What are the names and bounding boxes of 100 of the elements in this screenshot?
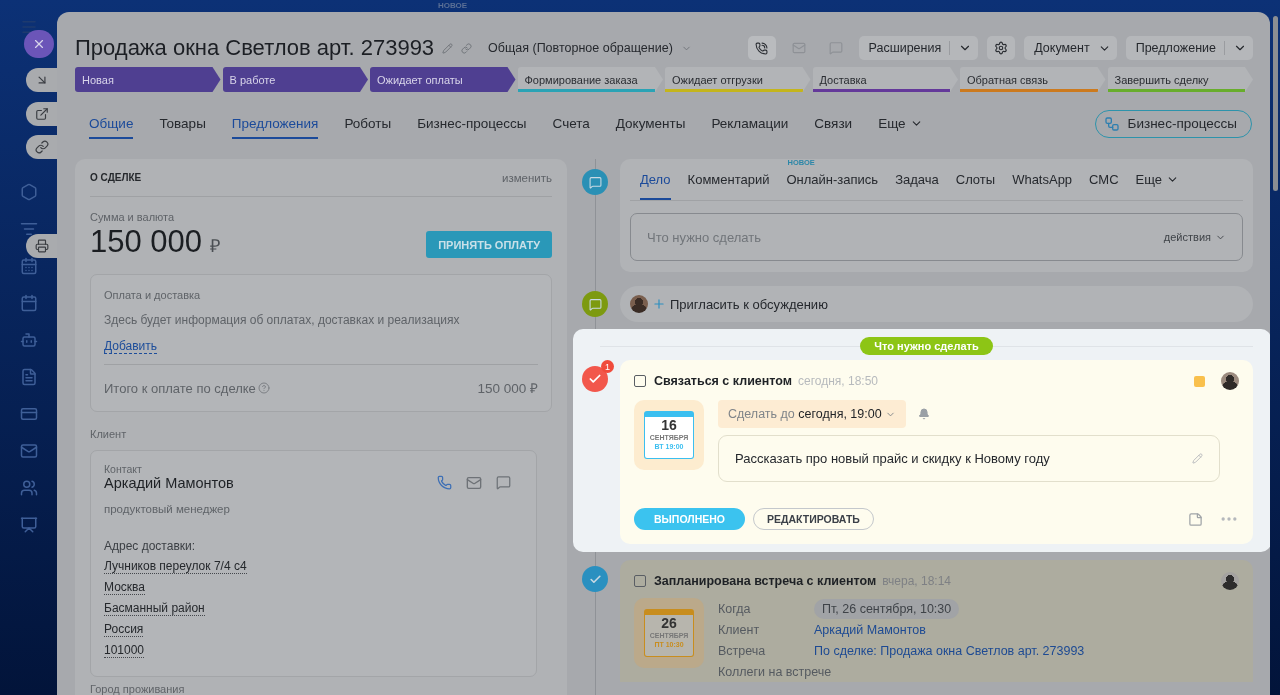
close-icon bbox=[32, 37, 46, 51]
link-icon[interactable] bbox=[461, 42, 473, 54]
calendar-icon[interactable] bbox=[20, 294, 38, 312]
phone-icon[interactable] bbox=[437, 475, 452, 490]
settings-icon bbox=[994, 41, 1009, 55]
mail-icon[interactable] bbox=[466, 475, 482, 491]
tab[interactable]: Еще bbox=[878, 108, 923, 139]
check-icon bbox=[588, 572, 602, 586]
tab[interactable]: Бизнес-процессы bbox=[417, 108, 527, 139]
deal-title: Продажа окна Светлов арт. 273993 bbox=[75, 35, 435, 61]
address-line[interactable]: Россия bbox=[104, 622, 144, 637]
tab[interactable]: Счета bbox=[552, 108, 590, 139]
address-line[interactable]: Лучников переулок 7/4 с4 bbox=[104, 559, 247, 574]
field-label: Сумма и валюта bbox=[90, 211, 176, 223]
stage-step[interactable]: В работе bbox=[222, 67, 368, 92]
deadline-dropdown[interactable]: Сделать до сегодня, 19:00 bbox=[718, 400, 906, 428]
tab[interactable]: Общие bbox=[89, 108, 134, 139]
chat-icon bbox=[588, 297, 602, 311]
address-line[interactable]: Москва bbox=[104, 580, 145, 595]
sidebar-tool-button[interactable] bbox=[26, 102, 57, 126]
counter-badge: 1 bbox=[601, 360, 614, 373]
total-label: Итого к оплате по сделке bbox=[104, 380, 256, 396]
contact-name[interactable]: Аркадий Мамонтов bbox=[104, 475, 234, 491]
description-box[interactable]: Рассказать про новый прайс и скидку к Новому году bbox=[718, 435, 1220, 482]
tab[interactable]: Роботы bbox=[344, 108, 392, 139]
checkbox[interactable] bbox=[634, 575, 646, 587]
sidebar-tool-button[interactable] bbox=[26, 68, 57, 92]
info-text: Здесь будет информация об оплатах, доставках и реализациях bbox=[104, 313, 461, 327]
amount: 150 000 bbox=[90, 224, 203, 259]
settings-button[interactable] bbox=[987, 36, 1016, 60]
flag-marker[interactable] bbox=[1194, 375, 1205, 387]
chat-icon[interactable] bbox=[496, 475, 511, 490]
invite-text: Пригласить к обсуждению bbox=[670, 296, 828, 312]
task-time: сегодня, 18:50 bbox=[798, 374, 879, 388]
pencil-icon[interactable] bbox=[1192, 453, 1203, 464]
stage-step[interactable]: Доставка bbox=[812, 67, 958, 92]
chat-icon[interactable] bbox=[828, 41, 843, 55]
bell-icon[interactable] bbox=[917, 408, 930, 420]
split-button[interactable]: Расширения bbox=[858, 36, 979, 60]
stage-step[interactable]: Ожидает отгрузки bbox=[665, 67, 811, 92]
stage-step[interactable]: Новая bbox=[75, 67, 221, 92]
close-button[interactable] bbox=[24, 30, 54, 58]
field-label: Клиент bbox=[718, 622, 761, 637]
activity-tab[interactable]: WhatsApp bbox=[1012, 172, 1073, 200]
note-icon[interactable] bbox=[1188, 511, 1203, 527]
phone-icon bbox=[755, 41, 769, 55]
task-input[interactable]: Что нужно сделать действия bbox=[630, 213, 1243, 261]
category-select[interactable]: Общая (Повторное обращение) bbox=[488, 41, 673, 55]
activity-tab[interactable]: Дело bbox=[640, 172, 671, 200]
tab[interactable]: Рекламации bbox=[711, 108, 789, 139]
pencil-icon[interactable] bbox=[442, 42, 454, 54]
sidebar-tool-button[interactable] bbox=[26, 234, 57, 258]
external-link-icon bbox=[34, 107, 49, 121]
activity-tab[interactable]: Задача bbox=[895, 172, 939, 200]
task-description: Рассказать про новый прайс и скидку к Новому году bbox=[735, 451, 1050, 466]
tab[interactable]: Документы bbox=[615, 108, 686, 139]
card-icon[interactable] bbox=[20, 405, 38, 423]
address-line[interactable]: Басманный район bbox=[104, 601, 205, 616]
menu-icon[interactable] bbox=[20, 18, 38, 36]
mail-icon[interactable] bbox=[791, 41, 806, 55]
activity-tab[interactable]: Еще bbox=[1135, 172, 1180, 200]
stage-step[interactable]: Ожидает оплаты bbox=[370, 67, 516, 92]
help-icon[interactable] bbox=[257, 382, 270, 394]
section-badge: Что нужно сделать bbox=[860, 337, 993, 355]
mail-icon[interactable] bbox=[20, 442, 38, 460]
address-line[interactable]: 101000 bbox=[104, 643, 145, 658]
currency: ₽ bbox=[210, 236, 221, 256]
tab[interactable]: Связи bbox=[814, 108, 853, 139]
checkbox[interactable] bbox=[634, 375, 646, 387]
meeting-title: Запланирована встреча с клиентом bbox=[654, 574, 877, 588]
stage-step[interactable]: Формирование заказа bbox=[517, 67, 663, 92]
call-button[interactable] bbox=[747, 36, 776, 60]
sidebar-tool-button[interactable] bbox=[26, 135, 57, 159]
robot-icon[interactable] bbox=[20, 331, 38, 349]
section-label: Город проживания bbox=[90, 683, 186, 695]
invite-bar[interactable]: Пригласить к обсуждению bbox=[620, 286, 1253, 322]
actions-dropdown[interactable]: действия bbox=[1163, 231, 1226, 243]
filter-icon[interactable] bbox=[20, 220, 38, 238]
presentation-icon[interactable] bbox=[20, 516, 38, 534]
field-label: Встреча bbox=[718, 643, 767, 658]
card-heading: О СДЕЛКЕ bbox=[90, 172, 142, 183]
link-icon bbox=[34, 140, 49, 154]
field-link[interactable]: По сделке: Продажа окна Светлов арт. 273993 bbox=[814, 643, 1085, 658]
users-icon[interactable] bbox=[20, 479, 38, 497]
avatar bbox=[1221, 372, 1239, 390]
activity-tab[interactable]: Слоты bbox=[955, 172, 996, 200]
date-chip: Пт, 26 сентября, 10:30 bbox=[814, 598, 960, 619]
activity-tab[interactable]: Комментарий bbox=[687, 172, 770, 200]
calendar-day: 16 bbox=[661, 417, 677, 433]
tab[interactable]: Предложения bbox=[231, 108, 319, 139]
activity-tab[interactable]: СМС bbox=[1089, 172, 1119, 200]
tab[interactable]: Товары bbox=[159, 108, 206, 139]
add-link[interactable]: Добавить bbox=[104, 339, 158, 354]
stage-step[interactable]: Завершить сделку bbox=[1107, 67, 1253, 92]
field-link[interactable]: Аркадий Мамонтов bbox=[814, 622, 926, 637]
split-button[interactable]: Предложение bbox=[1125, 36, 1253, 60]
dropdown-button[interactable]: Документ bbox=[1024, 36, 1117, 60]
document-icon[interactable] bbox=[20, 368, 38, 386]
stage-step[interactable]: Обратная связь bbox=[960, 67, 1106, 92]
hexagon-icon[interactable] bbox=[20, 183, 38, 201]
